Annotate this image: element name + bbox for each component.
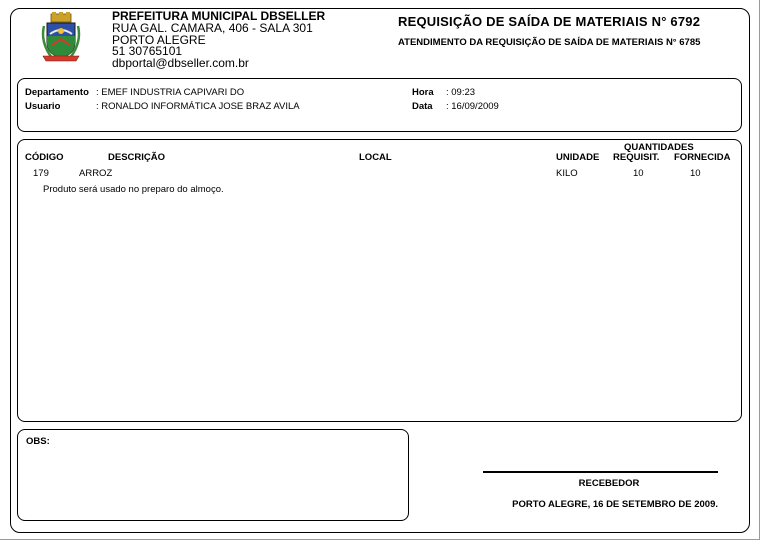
col-codigo: CÓDIGO <box>25 152 64 163</box>
usuario-value: : RONALDO INFORMÁTICA JOSE BRAZ AVILA <box>96 101 300 112</box>
signature-line <box>483 471 718 473</box>
usuario-label: Usuario <box>25 101 61 112</box>
row-descricao: ARROZ <box>79 168 113 179</box>
place-date: PORTO ALEGRE, 16 DE SETEMBRO DE 2009. <box>512 499 718 510</box>
data-value: : 16/09/2009 <box>446 101 499 112</box>
col-local: LOCAL <box>359 152 392 163</box>
requisition-info-box: Departamento : EMEF INDUSTRIA CAPIVARI D… <box>17 78 742 132</box>
document-title: REQUISIÇÃO DE SAÍDA DE MATERIAIS N° 6792 <box>398 14 701 29</box>
col-fornecida: FORNECIDA <box>674 152 731 163</box>
org-email: dbportal@dbseller.com.br <box>112 55 249 70</box>
obs-label: OBS: <box>26 436 50 447</box>
observations-box: OBS: <box>17 429 409 521</box>
hora-label: Hora <box>412 87 434 98</box>
data-label: Data <box>412 101 433 112</box>
hora-value: : 09:23 <box>446 87 476 98</box>
row-unidade: KILO <box>556 168 578 179</box>
departamento-label: Departamento <box>25 87 89 98</box>
row-requisit: 10 <box>633 168 644 179</box>
row-codigo: 179 <box>33 168 49 179</box>
row-fornecida: 10 <box>690 168 701 179</box>
col-requisit: REQUISIT. <box>613 152 660 163</box>
recebedor-label: RECEBEDOR <box>578 478 640 489</box>
col-unidade: UNIDADE <box>556 152 600 163</box>
col-descricao: DESCRIÇÃO <box>108 152 166 163</box>
municipal-coat-of-arms-icon <box>41 12 81 62</box>
org-block: PREFEITURA MUNICIPAL DBSELLER RUA GAL. C… <box>112 10 325 69</box>
departamento-value: : EMEF INDUSTRIA CAPIVARI DO <box>96 87 245 98</box>
items-table: QUANTIDADES CÓDIGO DESCRIÇÃO LOCAL UNIDA… <box>17 139 742 422</box>
document-subtitle: ATENDIMENTO DA REQUISIÇÃO DE SAÍDA DE MA… <box>398 37 701 48</box>
row-note: Produto será usado no preparo do almoço. <box>43 184 224 195</box>
